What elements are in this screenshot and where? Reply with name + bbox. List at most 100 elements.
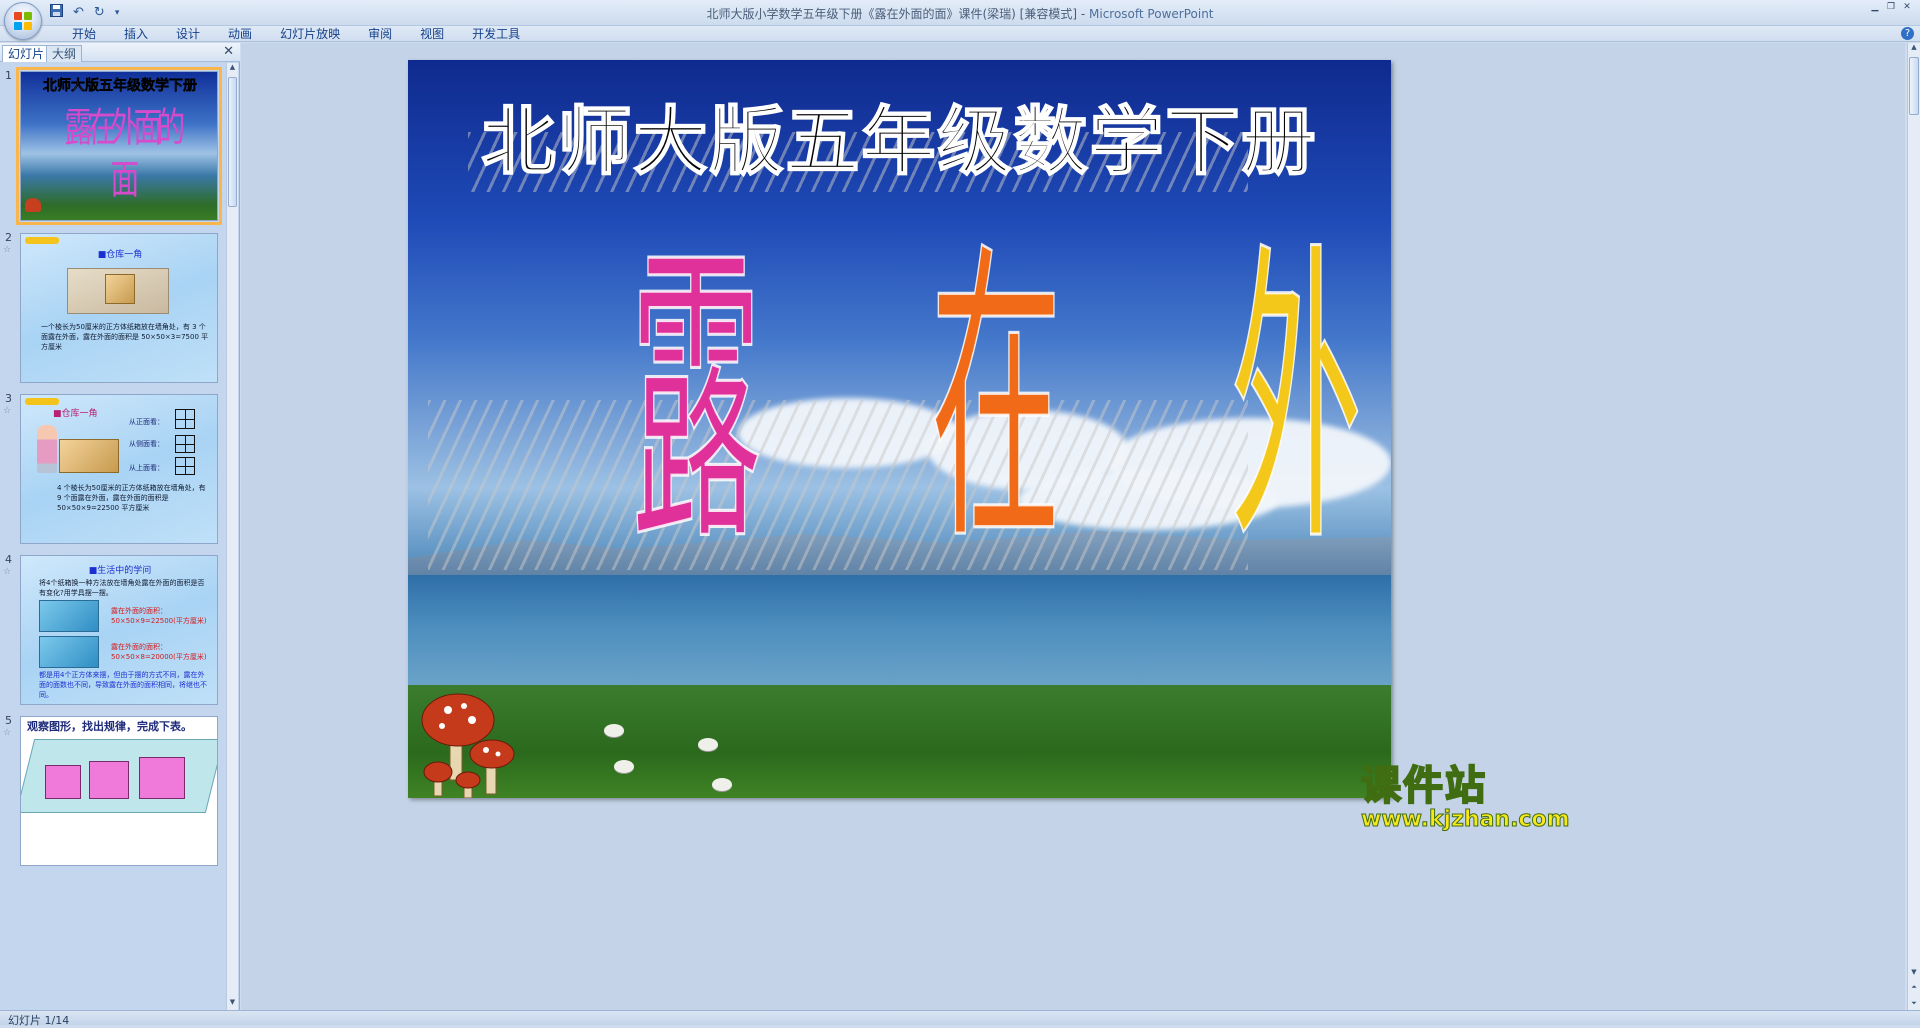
- animation-star-icon: ☆: [3, 567, 12, 577]
- scroll-up-icon[interactable]: ▲: [1908, 43, 1920, 51]
- tab-slideshow[interactable]: 幻灯片放映: [266, 28, 354, 41]
- thumb-subtitle: 北师大版五年级数学下册: [43, 78, 198, 95]
- previous-slide-icon[interactable]: ⏶: [1908, 983, 1920, 992]
- title-char-3: 外: [1229, 216, 1362, 586]
- slide-number: 5: [5, 714, 12, 727]
- slide-thumbnail-1[interactable]: 1 北师大版五年级数学下册 露在外面的面: [0, 67, 226, 225]
- minimize-icon[interactable]: ▁: [1868, 2, 1882, 12]
- close-panel-icon[interactable]: ✕: [223, 44, 234, 59]
- tab-review[interactable]: 审阅: [354, 28, 406, 41]
- thumb-body: 一个棱长为50厘米的正方体纸箱放在墙角处，有 3 个面露在外面，露在外面的面积是…: [41, 323, 209, 351]
- thumb-heading: ■仓库一角: [97, 250, 143, 260]
- ribbon: 开始 插入 设计 动画 幻灯片放映 审阅 视图 开发工具 ?: [0, 26, 1920, 42]
- slide-number: 3: [5, 392, 12, 405]
- result1-value: 50×50×9=22500(平方厘米): [111, 617, 207, 625]
- slides-panel: 幻灯片 大纲 ✕ 1 北师大版五年级数学下册 露在外面的面 2 ☆ ■仓库一角 …: [0, 43, 240, 1010]
- thumb-badge-icon: [25, 237, 59, 244]
- tab-outline[interactable]: 大纲: [46, 45, 83, 62]
- sheep: [712, 778, 732, 791]
- front-view-grid-icon: [175, 409, 195, 429]
- thumb-body: 4 个棱长为50厘米的正方体纸箱放在墙角处，有 9 个面露在外面，露在外面的面积…: [57, 484, 206, 512]
- animation-star-icon: ☆: [3, 245, 12, 255]
- slide-thumbnail-5[interactable]: 5 ☆ 观察图形，找出规律，完成下表。: [0, 712, 226, 870]
- tab-view[interactable]: 视图: [406, 28, 458, 41]
- slide-counter: 幻灯片 1/14: [8, 1014, 70, 1027]
- slide-thumb-image[interactable]: ■仓库一角 一个棱长为50厘米的正方体纸箱放在墙角处，有 3 个面露在外面，露在…: [20, 233, 218, 383]
- cube-2-icon: [89, 761, 129, 799]
- slide-number: 4: [5, 553, 12, 566]
- watermark-line2: www.kjzhan.com: [1361, 807, 1571, 833]
- slide-editing-area: 北师大版五年级数学下册 露 在 外 面 的 面 课件站 www: [241, 43, 1905, 1010]
- boxes-illustration: [59, 439, 119, 473]
- slide-thumbnail-4[interactable]: 4 ☆ ■生活中的学问 将4个纸箱换一种方法放在墙角处露在外面的面积是否有变化?…: [0, 551, 226, 709]
- scroll-up-icon[interactable]: ▲: [227, 63, 238, 75]
- tab-insert[interactable]: 插入: [110, 28, 162, 41]
- sheep: [698, 738, 718, 751]
- current-slide[interactable]: 北师大版五年级数学下册 露 在 外 面 的 面: [408, 60, 1391, 798]
- slide-number: 1: [5, 69, 12, 82]
- mushroom-icon: [421, 693, 515, 798]
- slide-thumbnail-list: 1 北师大版五年级数学下册 露在外面的面 2 ☆ ■仓库一角 一个棱长为50厘米…: [0, 63, 226, 1010]
- window-title: 北师大版小学数学五年级下册《露在外面的面》课件(梁瑞) [兼容模式] - Mic…: [706, 7, 1214, 21]
- scrollbar-thumb[interactable]: [1909, 57, 1919, 115]
- office-button[interactable]: [4, 2, 42, 40]
- view-side: 从侧面看：: [129, 440, 164, 448]
- status-bar: 幻灯片 1/14: [0, 1010, 1920, 1027]
- tab-animations[interactable]: 动画: [214, 28, 266, 41]
- slide-number: 2: [5, 231, 12, 244]
- slide-thumbnail-2[interactable]: 2 ☆ ■仓库一角 一个棱长为50厘米的正方体纸箱放在墙角处，有 3 个面露在外…: [0, 229, 226, 387]
- sheep: [604, 724, 624, 737]
- result2-value: 50×50×8=20000(平方厘米): [111, 653, 207, 661]
- scroll-down-icon[interactable]: ▼: [1908, 968, 1920, 976]
- thumb-title: 露在外面的面: [64, 105, 185, 203]
- slide-thumb-image[interactable]: ■生活中的学问 将4个纸箱换一种方法放在墙角处露在外面的面积是否有变化?用学具摆…: [20, 555, 218, 705]
- help-icon[interactable]: ?: [1901, 27, 1914, 40]
- scroll-down-icon[interactable]: ▼: [227, 998, 238, 1010]
- tab-slides[interactable]: 幻灯片: [2, 45, 51, 62]
- scrollbar-thumb[interactable]: [228, 77, 237, 207]
- slide-title[interactable]: 露 在 外 面 的 面: [546, 212, 1362, 602]
- title-bar: ↶ ↻ ▾ 北师大版小学数学五年级下册《露在外面的面》课件(梁瑞) [兼容模式]…: [0, 0, 1920, 40]
- sheep: [614, 760, 634, 773]
- watermark-line1: 课件站: [1360, 762, 1487, 810]
- result2-label: 露在外面的面积：: [111, 643, 167, 651]
- slide-thumbnail-3[interactable]: 3 ☆ ■仓库一角 从正面看： 从侧面看： 从上面看： 4 个棱长为50厘米的正…: [0, 390, 226, 548]
- next-slide-icon[interactable]: ⏷: [1908, 999, 1920, 1008]
- tab-design[interactable]: 设计: [162, 28, 214, 41]
- grassland: [408, 685, 1391, 798]
- slide-thumb-image[interactable]: 观察图形，找出规律，完成下表。: [20, 716, 218, 866]
- slide-thumb-image[interactable]: ■仓库一角 从正面看： 从侧面看： 从上面看： 4 个棱长为50厘米的正方体纸箱…: [20, 394, 218, 544]
- window-controls: ▁ ❐ ✕: [1868, 2, 1914, 12]
- thumb-badge-icon: [25, 398, 59, 405]
- mushroom-icon: [25, 198, 41, 212]
- arrangement-image-2: [39, 636, 99, 668]
- main-scrollbar[interactable]: ▲ ▼ ⏶ ⏷: [1907, 43, 1920, 1010]
- box-illustration: [105, 274, 135, 304]
- thumb-intro: 将4个纸箱换一种方法放在墙角处露在外面的面积是否有变化?用学具摆一摆。: [39, 579, 205, 597]
- slide-subtitle[interactable]: 北师大版五年级数学下册: [408, 82, 1391, 189]
- close-icon[interactable]: ✕: [1900, 2, 1914, 12]
- restore-icon[interactable]: ❐: [1884, 2, 1898, 12]
- animation-star-icon: ☆: [3, 728, 12, 738]
- title-char-1: 露: [629, 216, 762, 586]
- top-view-grid-icon: [175, 457, 195, 475]
- tab-home[interactable]: 开始: [58, 28, 110, 41]
- thumbnail-scrollbar[interactable]: ▲ ▼: [226, 63, 238, 1010]
- girl-illustration: [37, 425, 57, 473]
- watermark-logo: 课件站 www.kjzhan.com: [1360, 753, 1571, 833]
- tab-developer[interactable]: 开发工具: [458, 28, 534, 41]
- animation-star-icon: ☆: [3, 406, 12, 416]
- view-front: 从正面看：: [129, 418, 164, 426]
- panel-tabs: 幻灯片 大纲 ✕: [0, 43, 240, 62]
- thumb-heading: 观察图形，找出规律，完成下表。: [27, 720, 192, 733]
- title-char-2: 在: [929, 216, 1062, 586]
- thumb-conclusion: 都是用4个正方体来摆，但由于摆的方式不同，露在外面的面数也不同，导致露在外面的面…: [39, 671, 207, 699]
- thumb-heading: ■仓库一角: [53, 409, 98, 419]
- ribbon-tabs: 开始 插入 设计 动画 幻灯片放映 审阅 视图 开发工具: [58, 28, 534, 41]
- office-logo-icon: [14, 12, 33, 31]
- arrangement-image-1: [39, 600, 99, 632]
- thumb-heading: ■生活中的学问: [88, 566, 152, 576]
- slide-thumb-image[interactable]: 北师大版五年级数学下册 露在外面的面: [16, 67, 222, 225]
- result1-label: 露在外面的面积：: [111, 607, 167, 615]
- side-view-grid-icon: [175, 435, 195, 453]
